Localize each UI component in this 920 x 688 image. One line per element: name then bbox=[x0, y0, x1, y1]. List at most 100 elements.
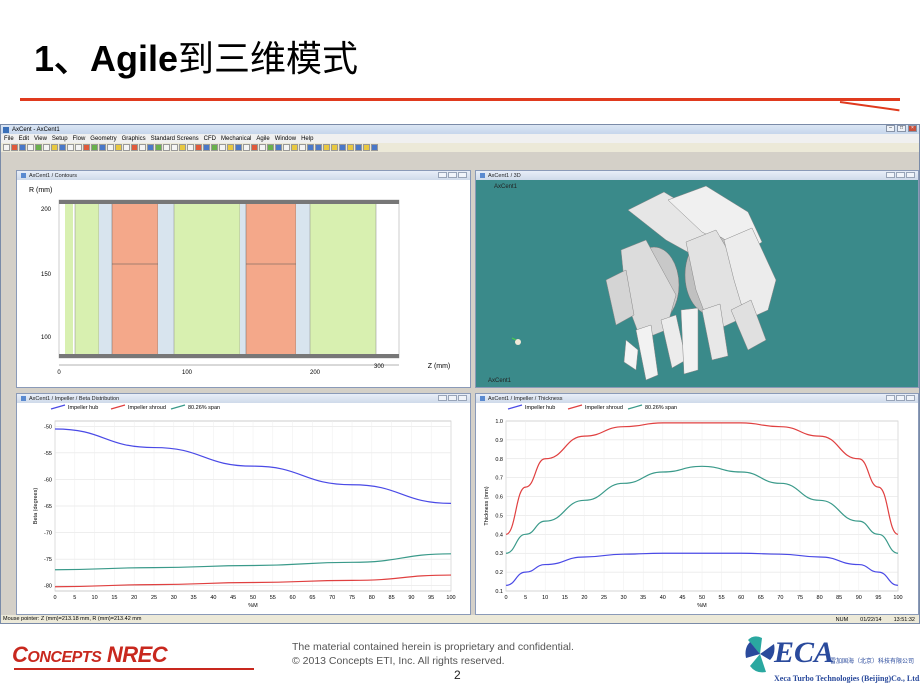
toolbar-button[interactable] bbox=[307, 144, 314, 151]
toolbar-button[interactable] bbox=[11, 144, 18, 151]
toolbar-button[interactable] bbox=[179, 144, 186, 151]
toolbar-button[interactable] bbox=[139, 144, 146, 151]
panel-maximize-button[interactable] bbox=[896, 395, 905, 401]
toolbar-button[interactable] bbox=[107, 144, 114, 151]
menu-standard-screens[interactable]: Standard Screens bbox=[151, 136, 199, 142]
menu-window[interactable]: Window bbox=[275, 136, 296, 142]
toolbar-button[interactable] bbox=[115, 144, 122, 151]
toolbar-button[interactable] bbox=[251, 144, 258, 151]
menu-graphics[interactable]: Graphics bbox=[122, 136, 146, 142]
close-button[interactable]: × bbox=[908, 125, 917, 132]
menu-setup[interactable]: Setup bbox=[52, 136, 68, 142]
panel-thickness[interactable]: AxCent1 / Impeller / Thickness 1.0 0.9 0.8… bbox=[475, 393, 919, 615]
menu-mechanical[interactable]: Mechanical bbox=[221, 136, 251, 142]
toolbar-button[interactable] bbox=[243, 144, 250, 151]
toolbar-button[interactable] bbox=[187, 144, 194, 151]
toolbar-button[interactable] bbox=[83, 144, 90, 151]
toolbar-button[interactable] bbox=[347, 144, 354, 151]
toolbar-button[interactable] bbox=[99, 144, 106, 151]
panel-close-button[interactable] bbox=[906, 172, 915, 178]
maximize-button[interactable]: □ bbox=[897, 125, 906, 132]
panel-close-button[interactable] bbox=[906, 395, 915, 401]
panel-minimize-button[interactable] bbox=[438, 172, 447, 178]
toolbar-button[interactable] bbox=[195, 144, 202, 151]
app-title: AxCent - AxCent1 bbox=[12, 126, 60, 133]
contours-xtick: 0 bbox=[57, 370, 61, 376]
x-tick-label: 45 bbox=[230, 595, 236, 601]
panel-minimize-button[interactable] bbox=[438, 395, 447, 401]
app-titlebar: AxCent - AxCent1 – □ × bbox=[1, 125, 919, 134]
toolbar-button[interactable] bbox=[67, 144, 74, 151]
toolbar-button[interactable] bbox=[131, 144, 138, 151]
toolbar-button[interactable] bbox=[363, 144, 370, 151]
toolbar-button[interactable] bbox=[59, 144, 66, 151]
panel-minimize-button[interactable] bbox=[886, 172, 895, 178]
toolbar-button[interactable] bbox=[123, 144, 130, 151]
footer-line-1: The material contained herein is proprie… bbox=[292, 641, 574, 653]
panel-contours[interactable]: AxCent1 / Contours R (mm) 200 150 100 0 … bbox=[16, 170, 471, 388]
x-tick-label: 85 bbox=[836, 595, 842, 601]
toolbar-button[interactable] bbox=[3, 144, 10, 151]
toolbar-button[interactable] bbox=[163, 144, 170, 151]
logo-underline bbox=[14, 668, 254, 670]
toolbar-button[interactable] bbox=[235, 144, 242, 151]
toolbar-button[interactable] bbox=[331, 144, 338, 151]
panel-thickness-title: AxCent1 / Impeller / Thickness bbox=[488, 395, 563, 402]
panel-maximize-button[interactable] bbox=[896, 172, 905, 178]
panel-minimize-button[interactable] bbox=[886, 395, 895, 401]
toolbar-button[interactable] bbox=[291, 144, 298, 151]
zone-gap-1 bbox=[99, 202, 112, 356]
panel-maximize-button[interactable] bbox=[448, 172, 457, 178]
toolbar-button[interactable] bbox=[27, 144, 34, 151]
toolbar-button[interactable] bbox=[315, 144, 322, 151]
toolbar-button[interactable] bbox=[51, 144, 58, 151]
toolbar-button[interactable] bbox=[267, 144, 274, 151]
toolbar-button[interactable] bbox=[355, 144, 362, 151]
toolbar-button[interactable] bbox=[91, 144, 98, 151]
toolbar-button[interactable] bbox=[259, 144, 266, 151]
contours-xtick: 100 bbox=[182, 370, 193, 376]
viewport-3d[interactable]: AxCent1 AxCent1 bbox=[476, 180, 918, 387]
panel-maximize-button[interactable] bbox=[448, 395, 457, 401]
x-tick-label: 20 bbox=[581, 595, 587, 601]
toolbar-button[interactable] bbox=[35, 144, 42, 151]
menu-edit[interactable]: Edit bbox=[19, 136, 29, 142]
toolbar-button[interactable] bbox=[43, 144, 50, 151]
panel-beta[interactable]: AxCent1 / Impeller / Beta Distribution -… bbox=[16, 393, 471, 615]
toolbar-button[interactable] bbox=[171, 144, 178, 151]
menu-cfd[interactable]: CFD bbox=[204, 136, 216, 142]
toolbar-button[interactable] bbox=[19, 144, 26, 151]
menu-file[interactable]: File bbox=[4, 136, 14, 142]
toolbar-button[interactable] bbox=[211, 144, 218, 151]
contours-ytick: 100 bbox=[41, 335, 52, 341]
panel-close-button[interactable] bbox=[458, 172, 467, 178]
panel-3d[interactable]: AxCent1 / 3D AxCent1 AxCent1 bbox=[475, 170, 919, 388]
panel-close-button[interactable] bbox=[458, 395, 467, 401]
menu-help[interactable]: Help bbox=[301, 136, 313, 142]
menu-agile[interactable]: Agile bbox=[256, 136, 269, 142]
toolbar-button[interactable] bbox=[227, 144, 234, 151]
toolbar-button[interactable] bbox=[203, 144, 210, 151]
menu-view[interactable]: View bbox=[34, 136, 47, 142]
toolbar-button[interactable] bbox=[299, 144, 306, 151]
toolbar-button[interactable] bbox=[275, 144, 282, 151]
menu-flow[interactable]: Flow bbox=[73, 136, 86, 142]
toolbar-button[interactable] bbox=[323, 144, 330, 151]
minimize-button[interactable]: – bbox=[886, 125, 895, 132]
toolbar-button[interactable] bbox=[339, 144, 346, 151]
toolbar-button[interactable] bbox=[147, 144, 154, 151]
y-tick-label: -55 bbox=[44, 451, 52, 457]
xeca-logo-cn: 雷加国海（北京）科技有限公司 bbox=[830, 659, 915, 665]
toolbar-button[interactable] bbox=[371, 144, 378, 151]
toolbar-button[interactable] bbox=[283, 144, 290, 151]
contours-plot: R (mm) 200 150 100 0 100 200 300 Z (mm) bbox=[29, 187, 450, 376]
toolbar-button[interactable] bbox=[75, 144, 82, 151]
status-date: 01/22/14 bbox=[860, 617, 882, 623]
title-underline-tail bbox=[839, 101, 900, 112]
title-number: 1、 bbox=[34, 38, 91, 79]
x-tick-label: 70 bbox=[777, 595, 783, 601]
menu-geometry[interactable]: Geometry bbox=[90, 136, 116, 142]
toolbar-button[interactable] bbox=[219, 144, 226, 151]
x-tick-label: 30 bbox=[621, 595, 627, 601]
toolbar-button[interactable] bbox=[155, 144, 162, 151]
